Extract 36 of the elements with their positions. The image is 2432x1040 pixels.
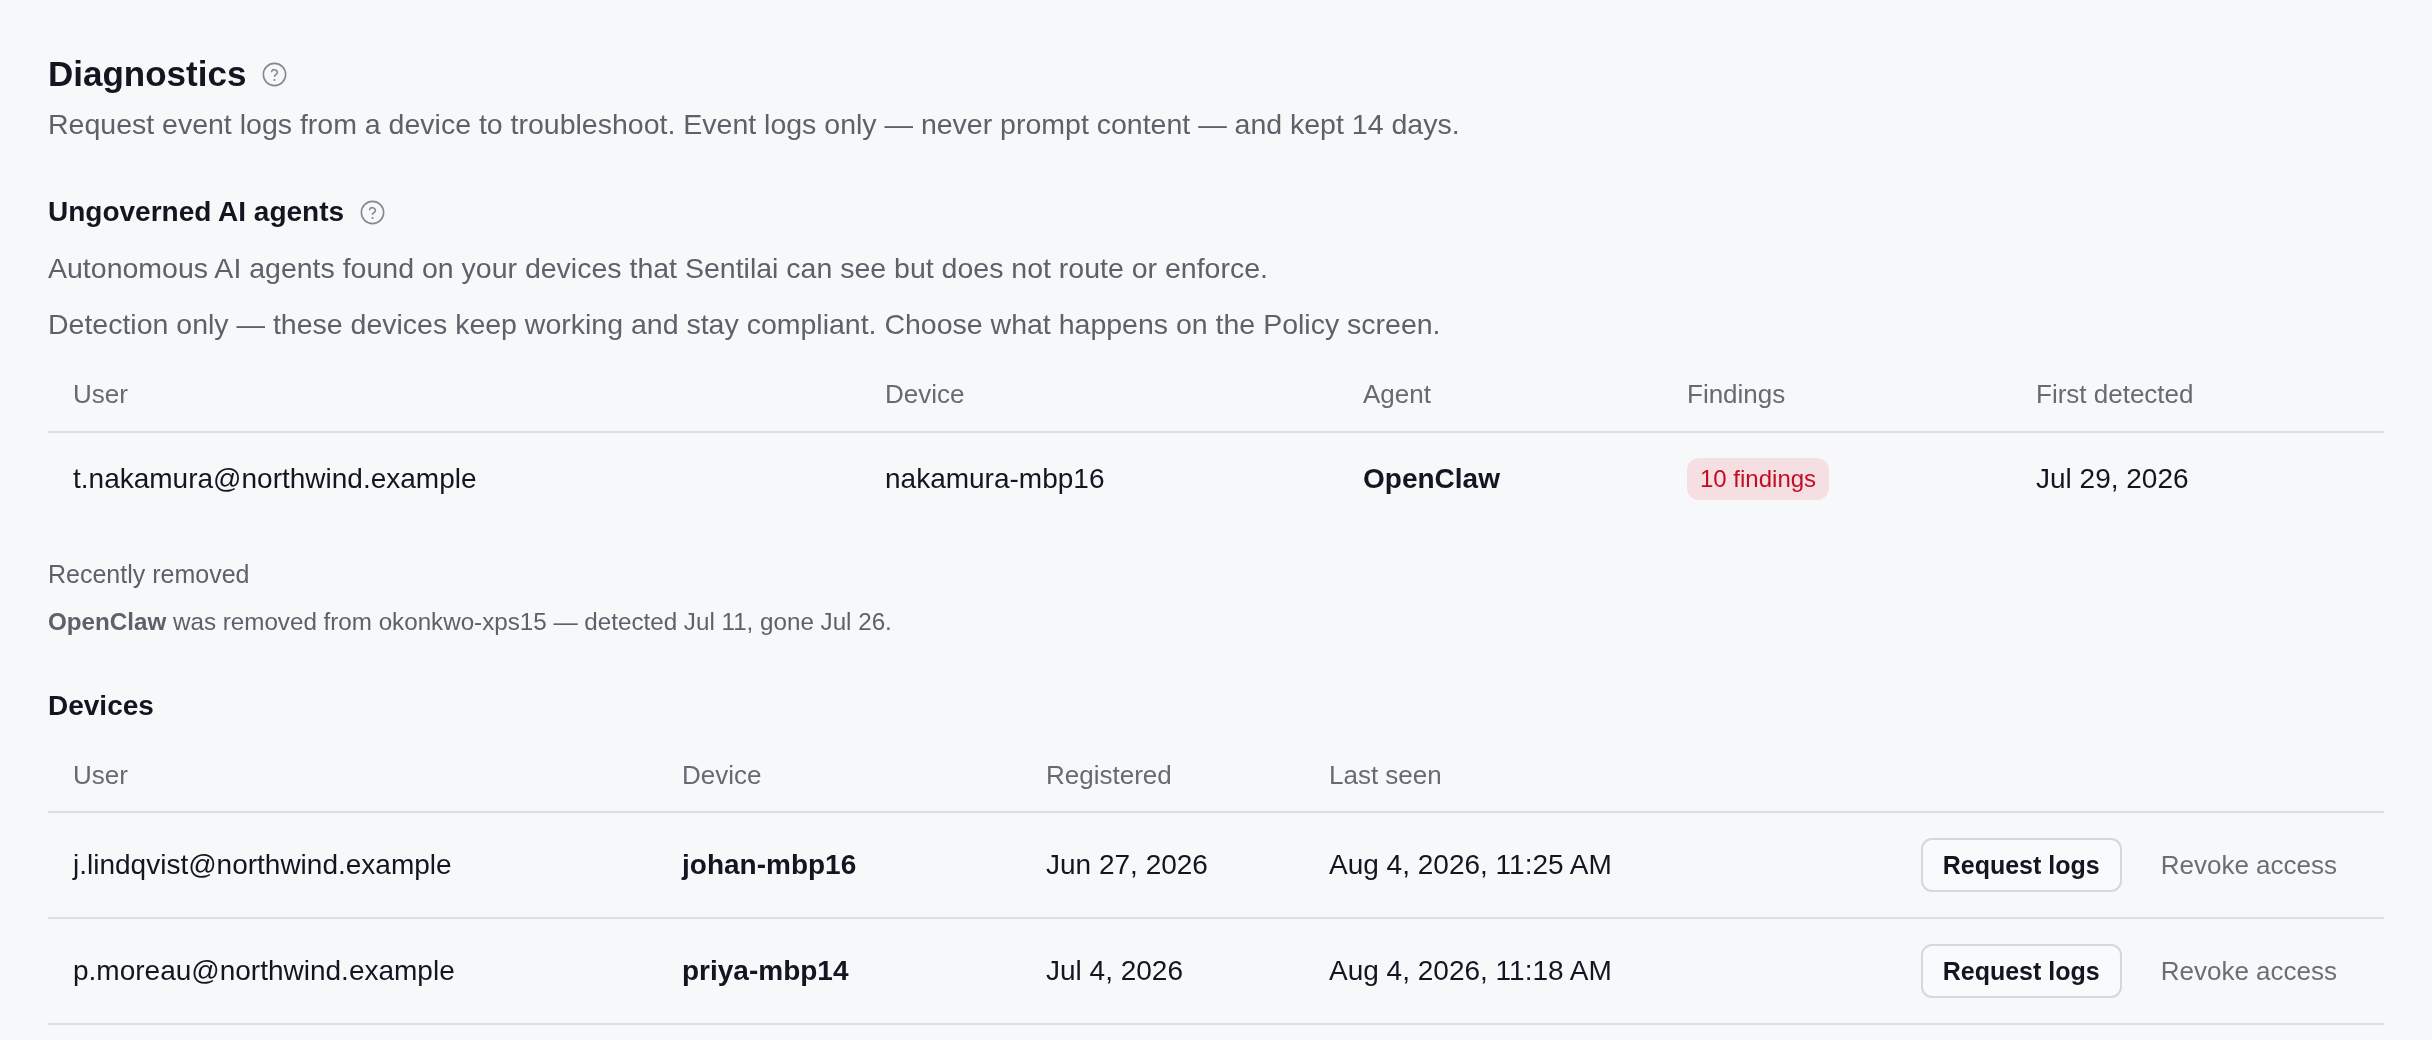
column-header: Device [681,759,762,791]
agent-name-cell-text: OpenClaw [1362,463,1500,495]
user-email-cell-text: t.nakamura@northwind.example [72,463,477,495]
revoke-access-link[interactable]: Revoke access [2160,955,2337,987]
findings-badge: 10 findings [1687,458,1830,500]
page-description: Request event logs from a device to troubleshoot. Event logs only — never prompt content — and kept 14 days. [48,107,1461,142]
column-header: User [72,759,128,791]
subsection-label: Recently removed [48,559,251,590]
revoke-access-link[interactable]: Revoke access [2160,849,2337,881]
section-title: Ungoverned AI agents [48,195,345,229]
column-header: Findings [1686,378,1786,410]
device-name-cell-text: priya-mbp14 [681,955,849,987]
user-email-cell-text: p.moreau@northwind.example [72,955,455,987]
page-title: Diagnostics [48,53,247,95]
column-header: Agent [1362,378,1431,410]
removal-note: OpenClaw was removed from okonkwo-xps15 — detected Jul 11, gone Jul 26. [48,607,893,637]
column-header: Last seen [1328,759,1442,791]
section-title: Devices [48,689,155,723]
request-logs-button[interactable]: Request logs [1920,838,2122,892]
device-name-cell-text: johan-mbp16 [680,849,857,881]
date-cell-text: Jun 27, 2026 [1045,849,1208,881]
column-header: Device [884,378,965,410]
section-description: Autonomous AI agents found on your devices that Sentilai can see but does not route or enforce. [48,251,1269,286]
column-header: User [72,378,128,410]
help-icon[interactable] [262,61,288,87]
date-time-cell-text: Aug 4, 2026, 11:18 AM [1328,955,1612,987]
date-cell-text: Jul 4, 2026 [1045,955,1183,987]
column-header: Registered [1045,759,1172,791]
device-name-cell-text: nakamura-mbp16 [884,463,1105,495]
column-header: First detected [2035,378,2194,410]
date-time-cell-text: Aug 4, 2026, 11:25 AM [1328,849,1612,881]
help-icon[interactable] [360,199,386,225]
user-email-cell-text: j.lindqvist@northwind.example [71,849,452,881]
request-logs-button[interactable]: Request logs [1920,944,2122,998]
section-description: Detection only — these devices keep working and stay compliant. Choose what happens on the Policy screen. [48,307,1442,342]
date-cell-text: Jul 29, 2026 [2035,463,2189,495]
